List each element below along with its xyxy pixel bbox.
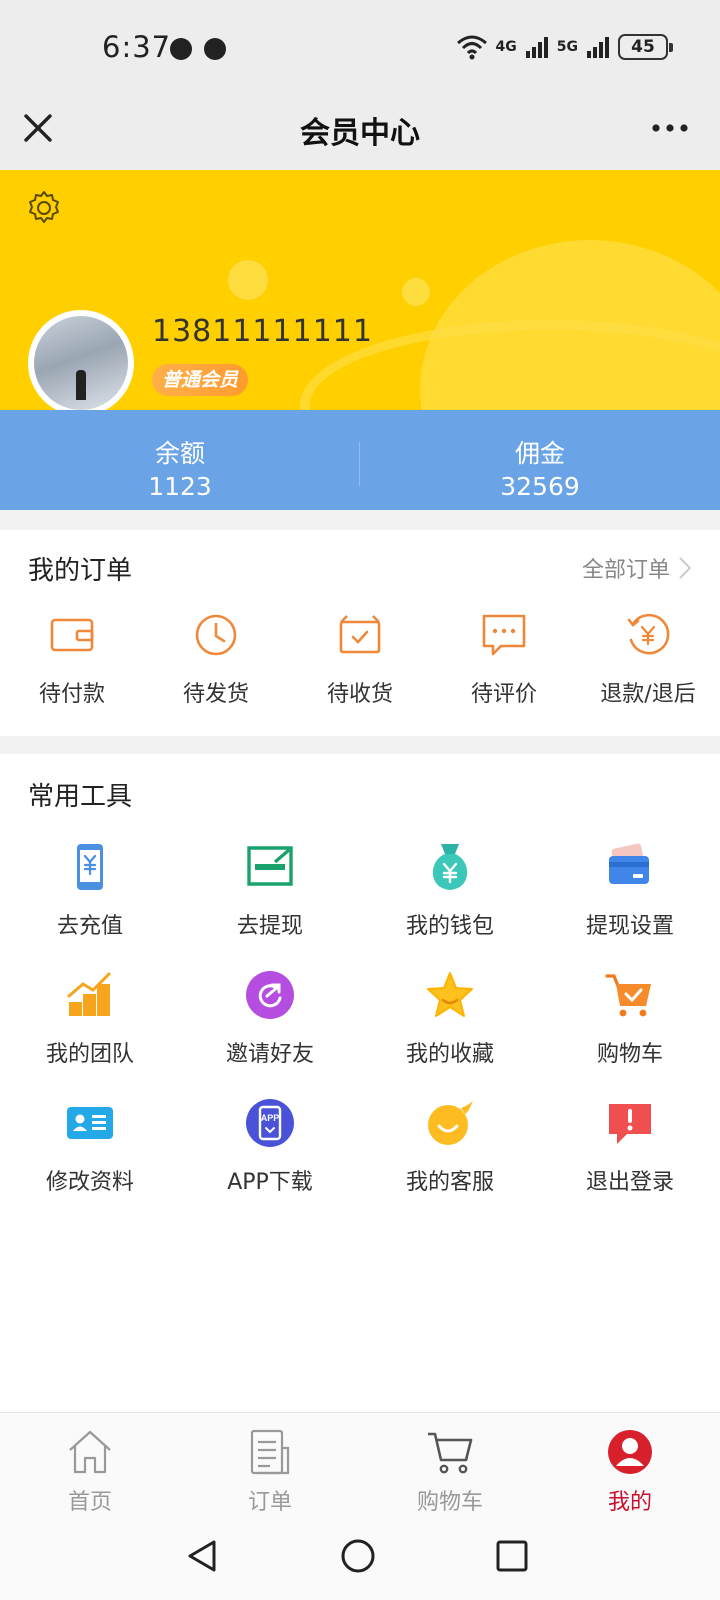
clock-icon xyxy=(195,614,237,656)
tool-invite[interactable]: 邀请好友 xyxy=(180,970,360,1068)
team-chart-icon xyxy=(67,972,111,1016)
commission-item[interactable]: 佣金 32569 xyxy=(360,410,720,510)
tool-app-download[interactable]: APP APP下载 xyxy=(180,1098,360,1196)
section-divider xyxy=(0,510,720,530)
tool-label: APP下载 xyxy=(227,1170,313,1195)
tab-mine[interactable]: 我的 xyxy=(540,1428,720,1516)
avatar[interactable] xyxy=(28,310,134,416)
tool-recharge[interactable]: 去充值 xyxy=(0,842,180,940)
comment-icon xyxy=(482,614,526,656)
all-orders-label: 全部订单 xyxy=(581,558,670,583)
withdraw-icon xyxy=(247,846,293,886)
orders-title: 我的订单 xyxy=(28,556,133,586)
tool-withdraw-settings[interactable]: 提现设置 xyxy=(540,842,720,940)
app-icon-text: APP xyxy=(261,1113,280,1123)
hero-decoration xyxy=(402,278,430,306)
tool-label: 提现设置 xyxy=(585,914,674,939)
tool-label: 邀请好友 xyxy=(225,1042,314,1067)
tool-team[interactable]: 我的团队 xyxy=(0,970,180,1068)
battery-level: 45 xyxy=(631,37,655,57)
money-bag-icon xyxy=(432,844,468,890)
id-card-icon xyxy=(67,1107,113,1139)
tab-orders[interactable]: 订单 xyxy=(180,1428,360,1516)
refund-icon xyxy=(627,613,670,655)
tool-label: 修改资料 xyxy=(45,1170,134,1195)
chevron-right-icon xyxy=(679,557,692,579)
tool-label: 我的客服 xyxy=(405,1170,494,1195)
tool-label: 我的团队 xyxy=(45,1042,134,1067)
signal-icon xyxy=(587,37,609,58)
tool-label: 退出登录 xyxy=(585,1170,674,1195)
all-orders-link[interactable]: 全部订单 xyxy=(582,552,692,584)
customer-service-icon xyxy=(428,1100,473,1145)
order-status-pending-shipment[interactable]: 待发货 xyxy=(144,610,288,708)
notification-icon xyxy=(170,38,192,60)
wifi-icon xyxy=(456,35,487,60)
cart-icon xyxy=(428,1432,473,1474)
order-status-pending-payment[interactable]: 待付款 xyxy=(0,610,144,708)
user-phone: 13811111111 xyxy=(152,314,373,349)
tool-label: 去充值 xyxy=(56,914,123,939)
tab-home[interactable]: 首页 xyxy=(0,1428,180,1516)
balance-value: 1123 xyxy=(148,472,212,501)
cart-icon xyxy=(605,974,651,1017)
tool-wallet[interactable]: 我的钱包 xyxy=(360,842,540,940)
star-icon xyxy=(427,972,473,1017)
tools-title: 常用工具 xyxy=(28,782,133,812)
balance-item[interactable]: 余额 1123 xyxy=(0,410,360,510)
status-indicators: 4G 5G 45 xyxy=(456,34,673,60)
commission-value: 32569 xyxy=(500,472,580,501)
battery-icon: 45 xyxy=(618,34,673,60)
member-level-badge: 普通会员 xyxy=(152,364,249,396)
share-icon xyxy=(246,971,294,1019)
network-4g-label: 4G xyxy=(495,39,517,55)
box-check-icon xyxy=(339,615,381,654)
commission-label: 佣金 xyxy=(514,439,565,468)
gear-icon[interactable] xyxy=(24,188,64,228)
order-status-pending-receipt[interactable]: 待收货 xyxy=(288,610,432,708)
notification-icon xyxy=(204,38,226,60)
home-button-icon[interactable] xyxy=(340,1538,376,1574)
recharge-phone-icon xyxy=(77,844,103,890)
section-divider xyxy=(0,736,720,754)
tool-label: 我的钱包 xyxy=(405,914,494,939)
order-status-refund[interactable]: 退款/退后 xyxy=(576,610,720,708)
tool-label: 我的收藏 xyxy=(405,1042,494,1067)
tool-customer-service[interactable]: 我的客服 xyxy=(360,1098,540,1196)
user-icon xyxy=(608,1430,652,1474)
tool-cart[interactable]: 购物车 xyxy=(540,970,720,1068)
order-status-label: 待评价 xyxy=(470,682,537,707)
card-settings-icon xyxy=(609,843,649,884)
hero-decoration xyxy=(228,260,268,300)
app-download-icon: APP xyxy=(246,1099,294,1147)
order-status-label: 待发货 xyxy=(182,682,249,707)
tool-favorites[interactable]: 我的收藏 xyxy=(360,970,540,1068)
more-icon[interactable] xyxy=(648,106,692,150)
order-list-icon xyxy=(250,1429,290,1475)
tool-edit-profile[interactable]: 修改资料 xyxy=(0,1098,180,1196)
close-icon[interactable] xyxy=(16,106,60,150)
order-status-label: 待收货 xyxy=(326,682,393,707)
logout-icon xyxy=(609,1104,651,1144)
order-status-pending-review[interactable]: 待评价 xyxy=(432,610,576,708)
back-icon[interactable] xyxy=(184,1538,220,1574)
balance-label: 余额 xyxy=(154,439,205,468)
recent-apps-icon[interactable] xyxy=(496,1540,528,1572)
signal-icon xyxy=(525,37,548,58)
page-title: 会员中心 xyxy=(300,116,420,151)
tool-logout[interactable]: 退出登录 xyxy=(540,1098,720,1196)
avatar-figure xyxy=(76,370,86,400)
wallet-icon xyxy=(50,618,94,652)
status-time: 6:37 xyxy=(102,30,172,64)
tool-label: 购物车 xyxy=(596,1042,663,1067)
tab-cart[interactable]: 购物车 xyxy=(360,1428,540,1516)
tool-withdraw[interactable]: 去提现 xyxy=(180,842,360,940)
home-icon xyxy=(69,1430,111,1474)
tool-label: 去提现 xyxy=(236,914,303,939)
avatar-image xyxy=(34,316,128,410)
order-status-label: 待付款 xyxy=(38,682,105,707)
network-5g-label: 5G xyxy=(556,39,578,55)
order-status-label: 退款/退后 xyxy=(600,682,696,707)
